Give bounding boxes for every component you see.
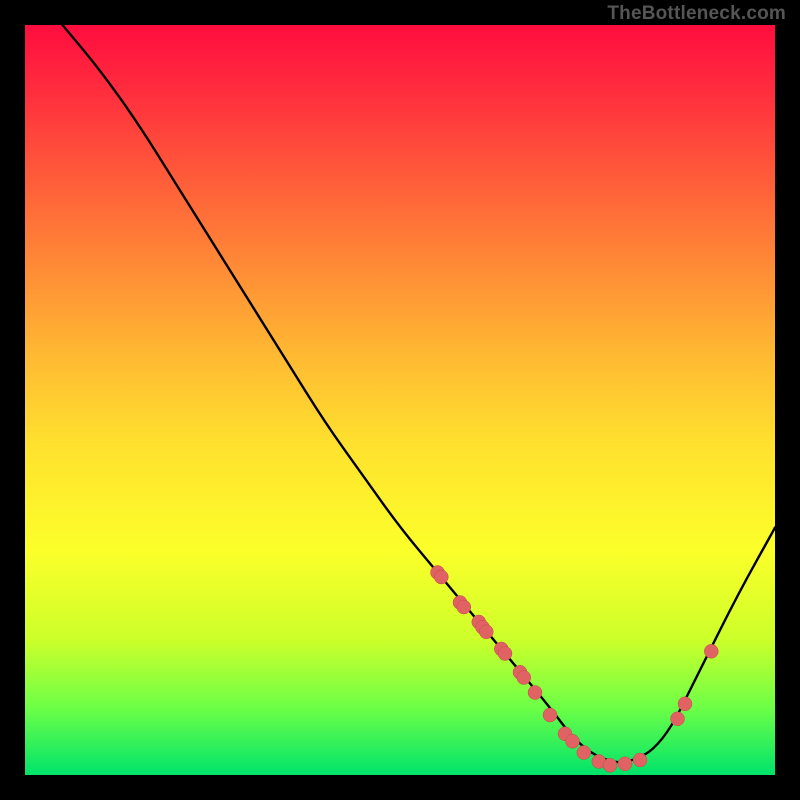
chart-svg (25, 25, 775, 775)
watermark-label: TheBottleneck.com (607, 3, 786, 25)
data-point (633, 753, 647, 767)
data-point (498, 647, 512, 661)
data-point (453, 596, 467, 610)
data-point (566, 734, 580, 748)
data-point (494, 642, 508, 656)
data-point (671, 712, 685, 726)
data-point (457, 600, 471, 614)
data-point (479, 625, 493, 639)
data-point (476, 620, 490, 634)
data-point (543, 708, 557, 722)
bottleneck-curve (63, 25, 776, 762)
data-point (678, 697, 692, 711)
data-point (577, 746, 591, 760)
data-point (558, 727, 572, 741)
data-point (618, 757, 632, 771)
data-point (517, 671, 531, 685)
data-point (513, 665, 527, 679)
data-point (431, 566, 445, 580)
chart-plot-area (25, 25, 775, 775)
data-point (704, 644, 718, 658)
data-point (434, 570, 448, 584)
data-point (472, 615, 486, 629)
data-point (592, 755, 606, 769)
data-markers (431, 566, 719, 773)
data-point (528, 686, 542, 700)
data-point (603, 758, 617, 772)
